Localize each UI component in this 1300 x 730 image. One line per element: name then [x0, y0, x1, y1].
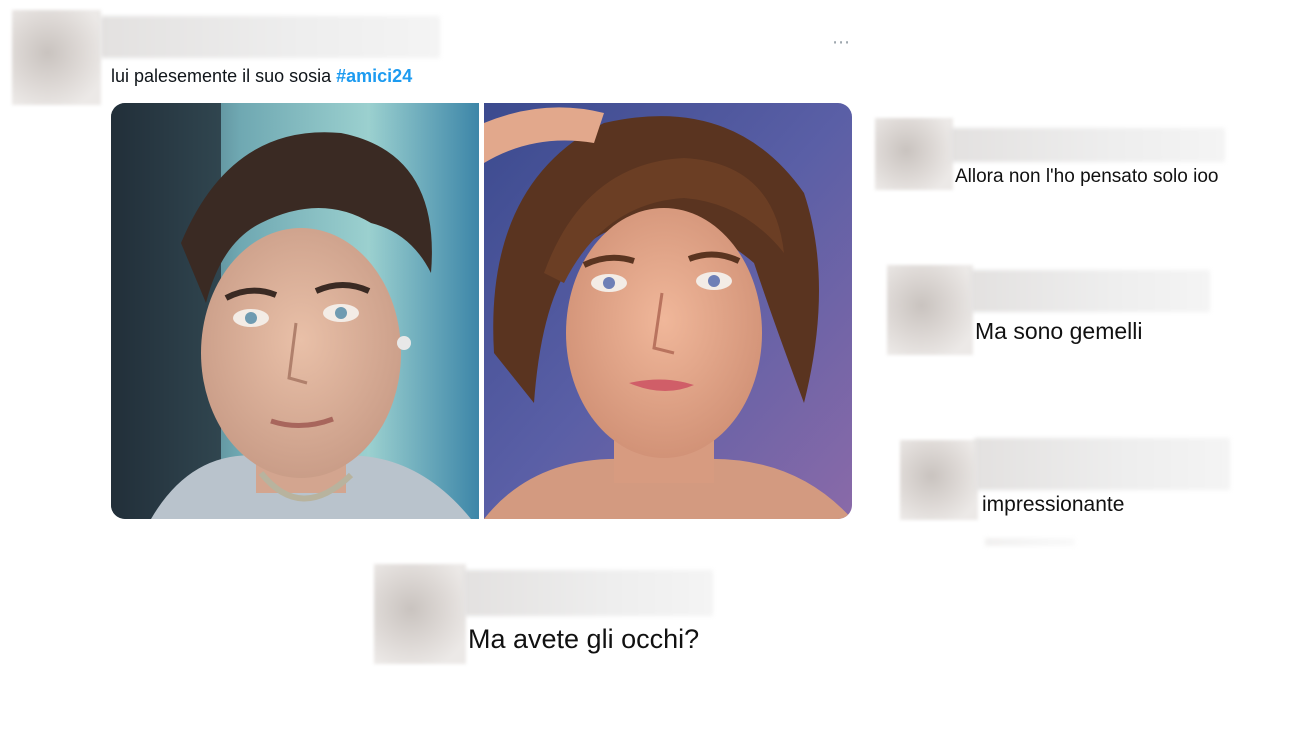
tweet-author-avatar[interactable]: [12, 10, 101, 105]
photo-right[interactable]: [484, 103, 852, 519]
reply-name-4[interactable]: [463, 570, 713, 616]
tweet-body: lui palesemente il suo sosia: [111, 66, 332, 86]
reply-avatar-4[interactable]: [374, 564, 466, 664]
hashtag-link[interactable]: #amici24: [336, 66, 412, 86]
more-options-icon[interactable]: ⋯: [832, 32, 851, 53]
reply-avatar-1[interactable]: [875, 118, 953, 190]
reply-name-3[interactable]: [975, 438, 1230, 490]
reply-text-3: impressionante: [982, 493, 1125, 516]
photo-left[interactable]: [111, 103, 479, 519]
reply-3-cutoff-text: [985, 538, 1075, 546]
reply-text-1: Allora non l'ho pensato solo ioo: [955, 166, 1219, 187]
reply-avatar-2[interactable]: [887, 265, 973, 355]
portrait-photo-right-icon: [484, 103, 852, 519]
reply-text-2: Ma sono gemelli: [975, 318, 1143, 344]
reply-text-4: Ma avete gli occhi?: [468, 624, 700, 654]
tweet-media[interactable]: [111, 103, 852, 519]
tweet-author-name[interactable]: [100, 16, 440, 58]
reply-name-1[interactable]: [950, 128, 1225, 162]
tweet-text: lui palesemente il suo sosia #amici24: [111, 66, 412, 87]
portrait-photo-left-icon: [111, 103, 479, 519]
reply-avatar-3[interactable]: [900, 440, 978, 520]
reply-name-2[interactable]: [970, 270, 1210, 312]
